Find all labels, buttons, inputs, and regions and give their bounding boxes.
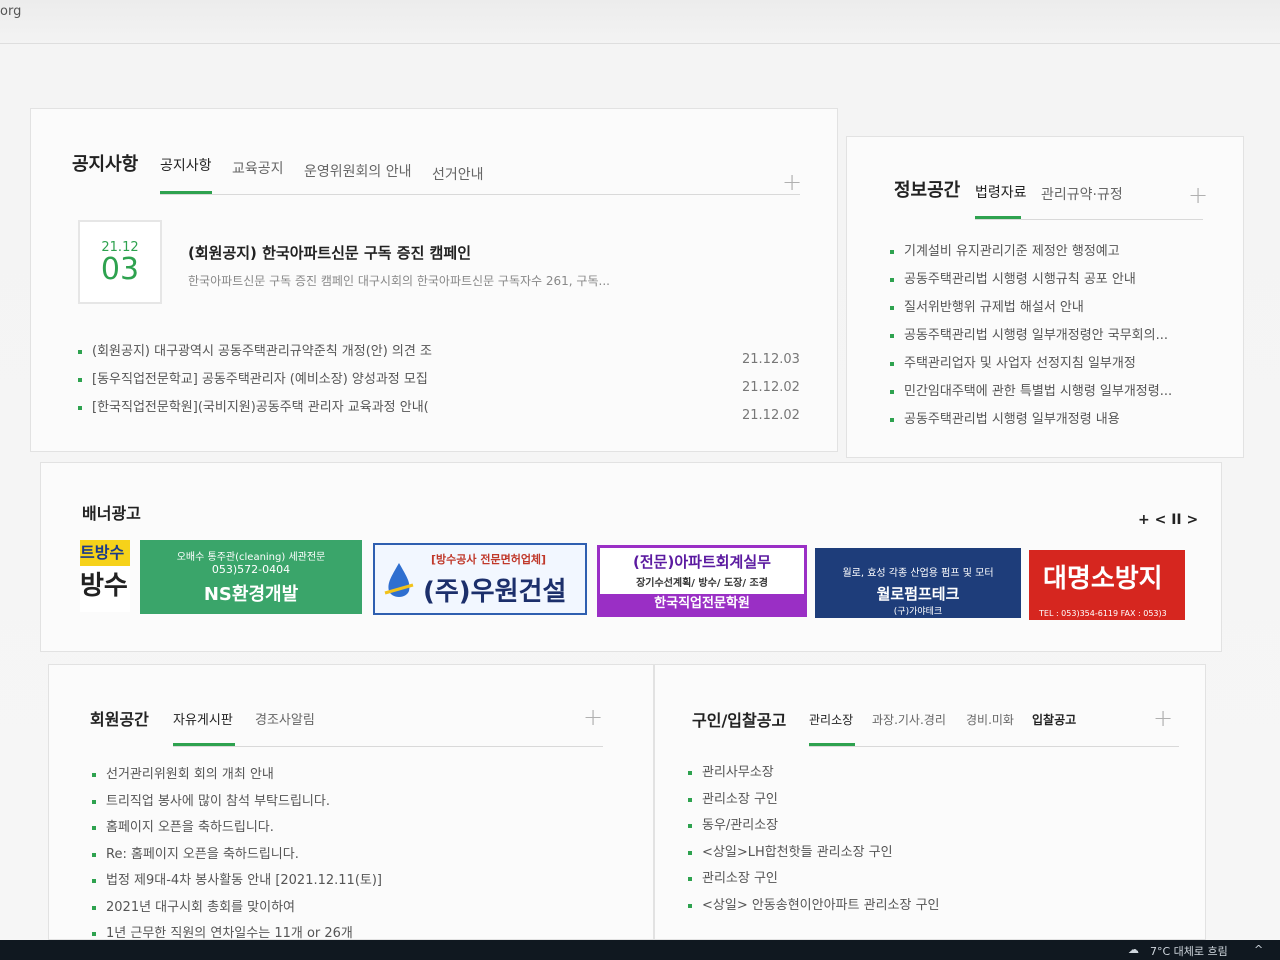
banner-partial-left[interactable]: 트방수 방수 (80, 540, 130, 612)
tab-election[interactable]: 선거안내 (432, 164, 484, 184)
list-item[interactable]: 민간임대주택에 관한 특별법 시행령 일부개정령... (890, 378, 1220, 406)
member-section-title: 회원공간 (90, 710, 149, 729)
member-more-button[interactable]: + (583, 703, 603, 731)
chevron-up-icon[interactable]: ^ (1254, 943, 1263, 956)
list-item[interactable]: 관리사무소장 (688, 760, 1108, 787)
list-item[interactable]: 동우/관리소장 (688, 813, 1108, 840)
list-item[interactable]: [동우직업전문학교] 공동주택관리자 (예비소장) 양성과정 모집 (78, 366, 458, 394)
list-item[interactable]: [한국직업전문학원](국비지원)공동주택 관리자 교육과정 안내( (78, 394, 458, 422)
list-item[interactable]: 법정 제9대-4차 봉사활동 안내 [2021.12.11(토)] (92, 868, 512, 895)
member-divider (173, 746, 603, 747)
list-item[interactable]: 공동주택관리법 시행령 시행규칙 공포 안내 (890, 266, 1220, 294)
notice-more-button[interactable]: + (782, 168, 802, 196)
tab-events[interactable]: 경조사알림 (255, 709, 315, 728)
list-item[interactable]: 질서위반행위 규제법 해설서 안내 (890, 294, 1220, 322)
tab-rules[interactable]: 관리규약·규정 (1041, 184, 1123, 204)
jobs-divider (809, 746, 1179, 747)
banner-korea-job-academy[interactable]: (전문)아파트회계실무 장기수선계획/ 방수/ 도장/ 조경 한국직업전문학원 (597, 545, 807, 617)
list-item[interactable]: 공동주택관리법 시행령 일부개정령 내용 (890, 406, 1220, 434)
list-item[interactable]: <상일> 안동송현이안아파트 관리소장 구인 (688, 893, 1108, 920)
list-item[interactable]: 트리직업 봉사에 많이 참석 부탁드립니다. (92, 789, 512, 816)
tab-staff[interactable]: 과장.기사.경리 (872, 711, 946, 728)
list-item[interactable]: Re: 홈페이지 오픈을 축하드립니다. (92, 842, 512, 869)
jobs-section-title: 구인/입찰공고 (692, 711, 787, 730)
list-item[interactable]: 기계설비 유지관리기준 제정안 행정예고 (890, 238, 1220, 266)
tab-manager[interactable]: 관리소장 (809, 711, 853, 728)
browser-top-band (0, 0, 1280, 44)
banner-ns-environment[interactable]: 오배수 통주관(cleaning) 세관전문 053)572-0404 NS환경… (140, 540, 362, 614)
list-item[interactable]: 공동주택관리법 시행령 일부개정령안 국무회의... (890, 322, 1220, 350)
banner-daemyung-fire[interactable]: 대명소방지 TEL : 053)354-6119 FAX : 053)3 (1029, 550, 1185, 620)
water-drop-icon (383, 561, 415, 601)
list-item[interactable]: 주택관리업자 및 사업자 선정지침 일부개정 (890, 350, 1220, 378)
list-item[interactable]: 홈페이지 오픈을 축하드립니다. (92, 815, 512, 842)
jobs-more-button[interactable]: + (1153, 704, 1173, 732)
featured-summary: 한국아파트신문 구독 증진 캠페인 대구시회의 한국아파트신문 구독자수 261… (188, 274, 610, 288)
featured-date-box: 21.12 03 (78, 220, 162, 304)
member-list: 선거관리위원회 회의 개최 안내 트리직업 봉사에 많이 참석 부탁드립니다. … (92, 762, 512, 948)
weather-status[interactable]: 7°C 대체로 흐림 (1150, 943, 1228, 959)
list-item[interactable]: 선거관리위원회 회의 개최 안내 (92, 762, 512, 789)
tab-security[interactable]: 경비.미화 (966, 711, 1014, 728)
banner-controls[interactable]: + < II > (1138, 512, 1198, 528)
featured-headline[interactable]: (회원공지) 한국아파트신문 구독 증진 캠페인 (188, 242, 471, 263)
list-item[interactable]: (회원공지) 대구광역시 공동주택관리규약준칙 개정(안) 의견 조 (78, 338, 458, 366)
notice-section-title: 공지사항 (72, 154, 139, 175)
banner-section-title: 배너광고 (82, 504, 141, 523)
jobs-list: 관리사무소장 관리소장 구인 동우/관리소장 <상일>LH합천핫들 관리소장 구… (688, 760, 1108, 919)
notice-dates: 21.12.03 21.12.02 21.12.02 (742, 346, 800, 430)
list-item[interactable]: 관리소장 구인 (688, 787, 1108, 814)
tab-laws[interactable]: 법령자료 (975, 182, 1027, 202)
info-more-button[interactable]: + (1188, 181, 1208, 209)
banner-wellpump-tech[interactable]: 월로, 효성 각종 산업용 펌프 및 모터 월로펌프테크 (구)가야테크 (815, 548, 1021, 618)
list-item[interactable]: <상일>LH합천핫들 관리소장 구인 (688, 840, 1108, 867)
tab-committee[interactable]: 운영위원회의 안내 (304, 161, 412, 181)
tab-free-board[interactable]: 자유게시판 (173, 709, 233, 728)
notice-divider (160, 194, 800, 195)
list-item[interactable]: 2021년 대구시회 총회를 맞이하여 (92, 895, 512, 922)
info-list: 기계설비 유지관리기준 제정안 행정예고 공동주택관리법 시행령 시행규칙 공포… (890, 238, 1220, 434)
list-item-date: 21.12.02 (742, 408, 800, 423)
banner-wooone-construction[interactable]: [방수공사 전문면허업체] (주)우원건설 (373, 543, 587, 615)
list-item-date: 21.12.03 (742, 352, 800, 367)
cloud-icon: ☁ (1128, 943, 1139, 956)
address-bar-fragment[interactable]: org (0, 4, 21, 19)
os-taskbar: ☁ 7°C 대체로 흐림 ^ (0, 940, 1280, 960)
tab-notice[interactable]: 공지사항 (160, 155, 212, 175)
tab-education[interactable]: 교육공지 (232, 158, 284, 178)
list-item[interactable]: 관리소장 구인 (688, 866, 1108, 893)
info-divider (975, 219, 1203, 220)
info-section-title: 정보공간 (894, 180, 961, 201)
list-item-date: 21.12.02 (742, 380, 800, 395)
notice-list: (회원공지) 대구광역시 공동주택관리규약준칙 개정(안) 의견 조 [동우직업… (78, 338, 458, 422)
tab-bidding[interactable]: 입찰공고 (1032, 711, 1076, 728)
featured-day: 03 (100, 252, 140, 287)
